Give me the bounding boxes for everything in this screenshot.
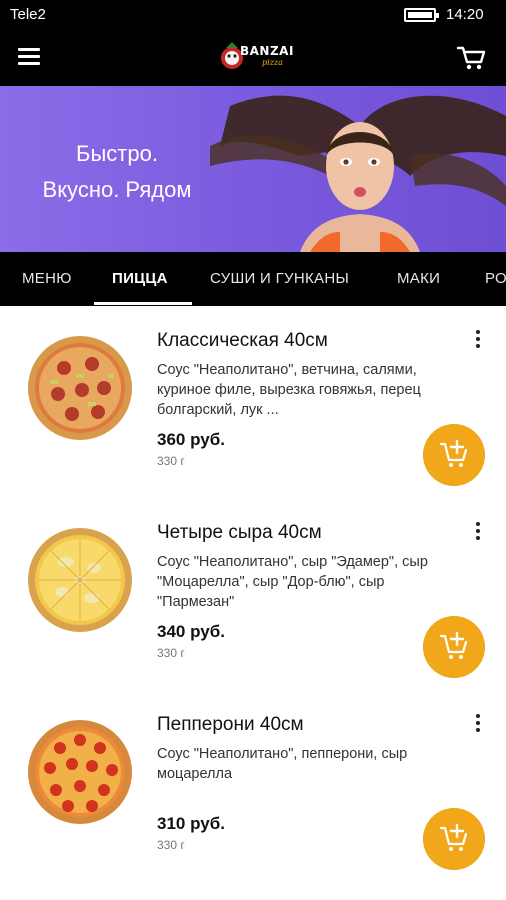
status-bar: Tele2 14:20 bbox=[0, 0, 506, 30]
pizza-pepperoni-image bbox=[28, 720, 132, 824]
product-weight: 330 г bbox=[157, 838, 185, 852]
product-title[interactable]: Классическая 40см bbox=[157, 330, 328, 352]
banner-line-1: Быстро. bbox=[76, 141, 158, 166]
product-weight: 330 г bbox=[157, 646, 185, 660]
add-to-cart-icon[interactable] bbox=[423, 424, 485, 486]
product-card[interactable]: Пепперони 40см Соус "Неаполитано", пеппе… bbox=[0, 690, 506, 882]
more-options-icon[interactable] bbox=[468, 520, 488, 544]
cart-icon[interactable] bbox=[456, 44, 488, 72]
product-description: Соус "Неаполитано", сыр "Эдамер", сыр "М… bbox=[157, 554, 428, 610]
battery-icon bbox=[404, 8, 439, 22]
carrier-label: Tele2 bbox=[10, 6, 46, 23]
pizza-four-cheese-image bbox=[28, 528, 132, 632]
product-card[interactable]: Четыре сыра 40см Соус "Неаполитано", сыр… bbox=[0, 498, 506, 690]
tab-maki[interactable]: МАКИ bbox=[397, 270, 440, 287]
logo-wordmark: BANZAI bbox=[240, 44, 294, 58]
banner-slogan: Быстро. Вкусно. Рядом bbox=[32, 136, 202, 208]
product-description: Соус "Неаполитано", пепперони, сыр моцар… bbox=[157, 746, 408, 782]
banner-line-2: Вкусно. Рядом bbox=[42, 177, 192, 202]
product-price: 310 руб. bbox=[157, 814, 225, 833]
promo-banner[interactable]: Быстро. Вкусно. Рядом bbox=[0, 86, 506, 252]
tab-menu[interactable]: МЕНЮ bbox=[22, 270, 72, 287]
category-tabs: МЕНЮ ПИЦЦА СУШИ И ГУНКАНЫ МАКИ РО bbox=[0, 252, 506, 306]
pizza-classic-image bbox=[28, 336, 132, 440]
product-description: Соус "Неаполитано", ветчина, салями, кур… bbox=[157, 362, 421, 418]
banner-photo bbox=[210, 95, 506, 252]
tab-rolls[interactable]: РО bbox=[485, 270, 506, 287]
add-to-cart-icon[interactable] bbox=[423, 808, 485, 870]
product-title[interactable]: Четыре сыра 40см bbox=[157, 522, 322, 544]
clock: 14:20 bbox=[446, 6, 484, 23]
product-title[interactable]: Пепперони 40см bbox=[157, 714, 304, 736]
hamburger-menu-icon[interactable] bbox=[14, 44, 50, 72]
active-tab-indicator bbox=[94, 302, 192, 305]
logo-subtitle: pizza bbox=[262, 58, 283, 67]
tab-sushi[interactable]: СУШИ И ГУНКАНЫ bbox=[210, 270, 349, 287]
tab-pizza[interactable]: ПИЦЦА bbox=[112, 270, 168, 287]
product-weight: 330 г bbox=[157, 454, 185, 468]
add-to-cart-icon[interactable] bbox=[423, 616, 485, 678]
product-price: 340 руб. bbox=[157, 622, 225, 641]
app-bar: BANZAI pizza bbox=[0, 30, 506, 86]
product-card[interactable]: Классическая 40см Соус "Неаполитано", ве… bbox=[0, 306, 506, 498]
product-price: 360 руб. bbox=[157, 430, 225, 449]
more-options-icon[interactable] bbox=[468, 712, 488, 736]
more-options-icon[interactable] bbox=[468, 328, 488, 352]
